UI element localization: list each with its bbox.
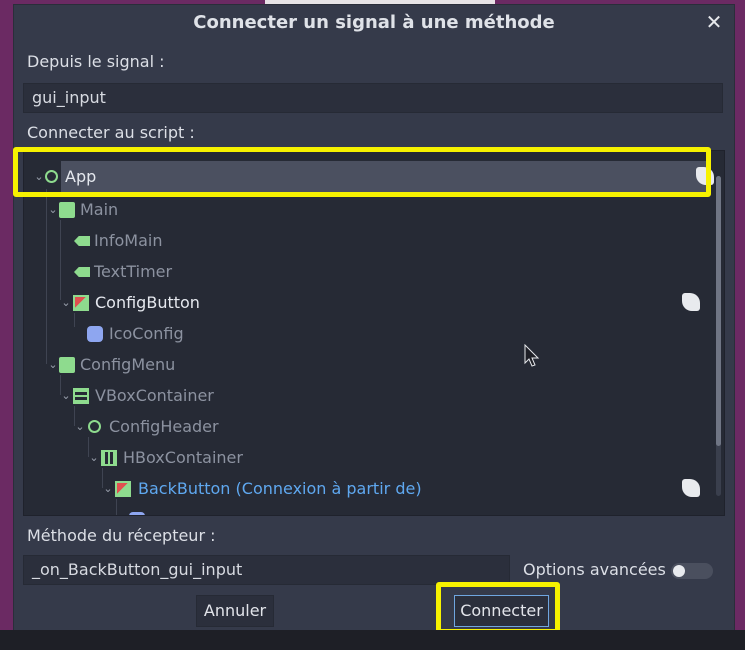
chevron-down-icon[interactable]: ⌄ [33,161,45,192]
advanced-options-label: Options avancées [523,560,666,579]
tree-row-configheader[interactable]: ⌄ ConfigHeader [24,411,710,442]
tree-row-label: ConfigButton [95,293,200,312]
tree-row-backbutton[interactable]: ⌄ BackButton (Connexion à partir de) [24,473,710,504]
vbox-icon [73,388,89,404]
chevron-down-icon[interactable]: ⌄ [47,349,59,380]
control-circle-icon [45,170,58,183]
label-icon [74,236,90,246]
tree-row-configbutton[interactable]: ⌄ ConfigButton [24,287,710,318]
script-icon[interactable] [682,293,700,311]
tree-row-label: InfoMain [94,231,163,250]
tree-row-label: HBoxContainer [123,448,243,467]
tree-row-label: ConfigMenu [80,355,176,374]
signal-field[interactable]: gui_input [23,83,723,113]
scene-tree[interactable]: ⌄ App ⌄ Main InfoMain TextTimer ⌄ Config… [23,150,725,516]
tree-row-texttimer[interactable]: TextTimer [24,256,710,287]
tree-row-label: App [65,167,97,186]
method-field[interactable]: _on_BackButton_gui_input [23,555,510,585]
tree-row-infomain[interactable]: InfoMain [24,225,710,256]
method-label: Méthode du récepteur : [27,526,216,545]
background-bottom-bar [0,630,745,650]
chevron-down-icon[interactable]: ⌄ [47,194,59,225]
tree-row-label: ConfigHeader [109,417,219,436]
chevron-down-icon[interactable]: ⌄ [102,473,114,504]
tree-row-vboxcontainer[interactable]: ⌄ VBoxContainer [24,380,710,411]
advanced-options-toggle[interactable] [671,563,713,579]
signal-label: Depuis le signal : [27,52,165,71]
tree-row-label: TextTimer [94,262,173,281]
tree-row-label: Main [80,200,119,219]
chevron-down-icon[interactable]: ⌄ [74,411,86,442]
chevron-down-icon[interactable]: ⌄ [60,287,72,318]
tree-row-partial[interactable] [24,504,710,515]
chevron-down-icon[interactable]: ⌄ [60,380,72,411]
tree-row-main[interactable]: ⌄ Main [24,194,710,225]
texture-button-icon [115,481,131,497]
label-icon [74,267,90,277]
tree-row-configmenu[interactable]: ⌄ ConfigMenu [24,349,710,380]
chevron-down-icon[interactable]: ⌄ [88,442,100,473]
close-icon[interactable]: ✕ [702,10,726,34]
script-icon[interactable] [682,479,700,497]
tree-row-label: IcoConfig [109,324,184,343]
mouse-cursor-icon [524,344,540,367]
script-icon[interactable] [696,167,714,185]
hbox-icon [101,450,117,466]
script-label: Connecter au script : [27,123,195,142]
tree-row-label: VBoxContainer [95,386,214,405]
toggle-knob [673,565,685,577]
dialog-title: Connecter un signal à une méthode [193,12,555,33]
sprite-icon [87,326,103,342]
connect-signal-dialog: Connecter un signal à une méthode ✕ Depu… [13,4,735,637]
tree-scrollbar-thumb[interactable] [716,176,721,446]
control-circle-icon [88,420,101,433]
tree-row-app[interactable]: ⌄ App [34,161,714,192]
connect-button[interactable]: Connecter [454,595,549,627]
sprite-icon [129,512,145,515]
cancel-button[interactable]: Annuler [196,595,274,627]
texture-button-icon [73,295,89,311]
tree-row-hboxcontainer[interactable]: ⌄ HBoxContainer [24,442,710,473]
panel-icon [59,357,75,373]
tree-row-label: BackButton (Connexion à partir de) [138,479,422,498]
dialog-titlebar: Connecter un signal à une méthode ✕ [14,5,734,41]
tree-row-icoconfig[interactable]: IcoConfig [24,318,710,349]
panel-icon [59,202,75,218]
